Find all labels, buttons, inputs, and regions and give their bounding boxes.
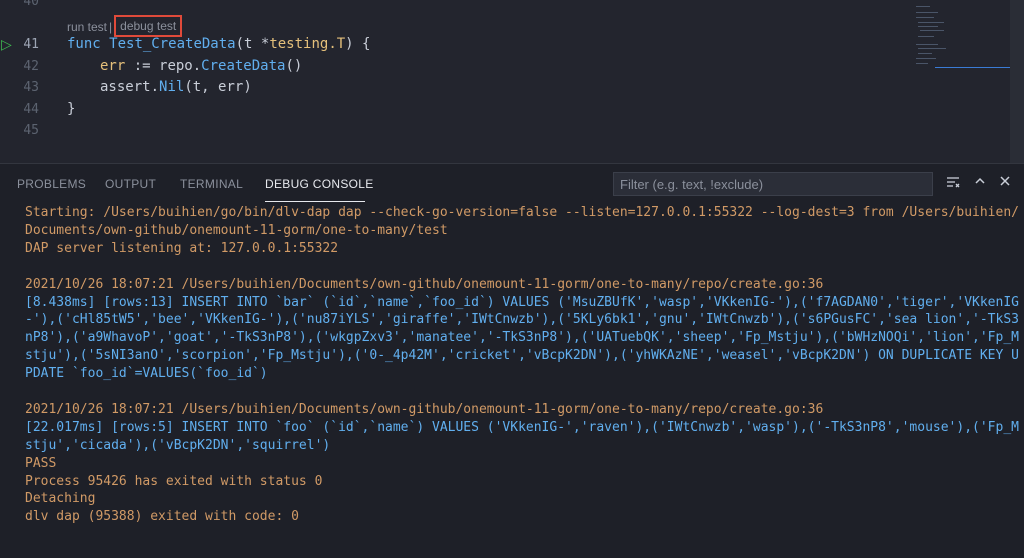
console-line: Detaching	[25, 491, 96, 507]
run-test-arrow-icon[interactable]: ▷	[1, 37, 12, 53]
minimap[interactable]	[910, 0, 1024, 163]
line-number: 44	[23, 102, 39, 117]
code-line-41[interactable]: func Test_CreateData(t *testing.T) {	[67, 36, 370, 52]
console-line: stju'),('5sNI3anO','scorpion','Fp_Mstju'…	[25, 348, 1019, 364]
line-number: 40	[23, 0, 39, 9]
code-text: assert.	[100, 79, 160, 95]
debug-console-output[interactable]: Starting: /Users/buihien/go/bin/dlv-dap …	[25, 204, 1020, 526]
codelens: run test | debug test	[67, 15, 183, 38]
console-line: PDATE `foo_id`=VALUES(`foo_id`)	[25, 366, 268, 382]
code-text: ) {	[345, 36, 371, 52]
line-number: 42	[23, 59, 39, 74]
console-line: PASS	[25, 455, 57, 471]
line-number: 41	[23, 37, 39, 52]
code-text: ()	[285, 58, 303, 74]
tab-problems[interactable]: PROBLEMS	[17, 177, 86, 191]
function-name: Nil	[159, 79, 185, 95]
keyword: func	[67, 36, 101, 52]
tab-terminal[interactable]: TERMINAL	[180, 177, 243, 191]
code-text: (t *	[235, 36, 270, 52]
code-text: }	[67, 101, 76, 117]
tab-debug-console[interactable]: DEBUG CONSOLE	[265, 177, 374, 191]
code-editor[interactable]: 40 41 42 43 44 45 ▷ run test | debug test …	[0, 0, 1024, 163]
console-line: [8.438ms] [rows:13] INSERT INTO `bar` (`…	[25, 294, 1019, 310]
tab-output[interactable]: OUTPUT	[105, 177, 156, 191]
console-line: Process 95426 has exited with status 0	[25, 473, 323, 489]
run-test-link[interactable]: run test	[67, 20, 107, 34]
console-line: nP8'),('a9WhavoP','goat','-TkS3nP8'),('w…	[25, 330, 1019, 346]
line-number: 45	[23, 123, 39, 138]
editor-scrollbar[interactable]	[1010, 0, 1024, 163]
list-filter-icon[interactable]	[944, 174, 962, 192]
console-line: [22.017ms] [rows:5] INSERT INTO `foo` (`…	[25, 419, 1019, 435]
console-line: Starting: /Users/buihien/go/bin/dlv-dap …	[25, 205, 1019, 220]
console-line: -'),('cHl85tW5','bee','VKkenIG-'),('nu87…	[25, 312, 1019, 328]
console-line: stju','cicada'),('vBcpK2DN','squirrel')	[25, 437, 331, 453]
code-line-44[interactable]: }	[67, 101, 75, 117]
line-gutter: 40 41 42 43 44 45	[0, 0, 56, 163]
code-text: := repo.	[125, 58, 202, 74]
codelens-separator: |	[109, 20, 113, 34]
panel-tabs: PROBLEMS OUTPUT TERMINAL DEBUG CONSOLE	[0, 164, 1024, 204]
console-line: 2021/10/26 18:07:21 /Users/buihien/Docum…	[25, 401, 824, 417]
active-tab-indicator	[265, 201, 365, 202]
code-line-42[interactable]: err := repo.CreateData()	[100, 58, 302, 74]
debug-test-link[interactable]: debug test	[114, 15, 183, 37]
function-name: Test_CreateData	[109, 36, 236, 52]
function-name: CreateData	[201, 58, 286, 74]
close-icon[interactable]	[996, 174, 1014, 192]
code-text: (t, err)	[184, 79, 252, 95]
line-number: 43	[23, 80, 39, 95]
console-line: Documents/own-github/onemount-11-gorm/on…	[25, 222, 448, 238]
chevron-up-icon[interactable]	[971, 174, 989, 192]
variable: err	[100, 58, 126, 74]
filter-input[interactable]	[613, 172, 933, 196]
code-line-43[interactable]: assert.Nil(t, err)	[100, 79, 252, 95]
console-line: DAP server listening at: 127.0.0.1:55322	[25, 240, 339, 256]
bottom-panel: PROBLEMS OUTPUT TERMINAL DEBUG CONSOLE S…	[0, 163, 1024, 558]
console-line: dlv dap (95388) exited with code: 0	[25, 509, 299, 525]
console-line: 2021/10/26 18:07:21 /Users/buihien/Docum…	[25, 276, 824, 292]
type-name: testing.T	[269, 36, 346, 52]
